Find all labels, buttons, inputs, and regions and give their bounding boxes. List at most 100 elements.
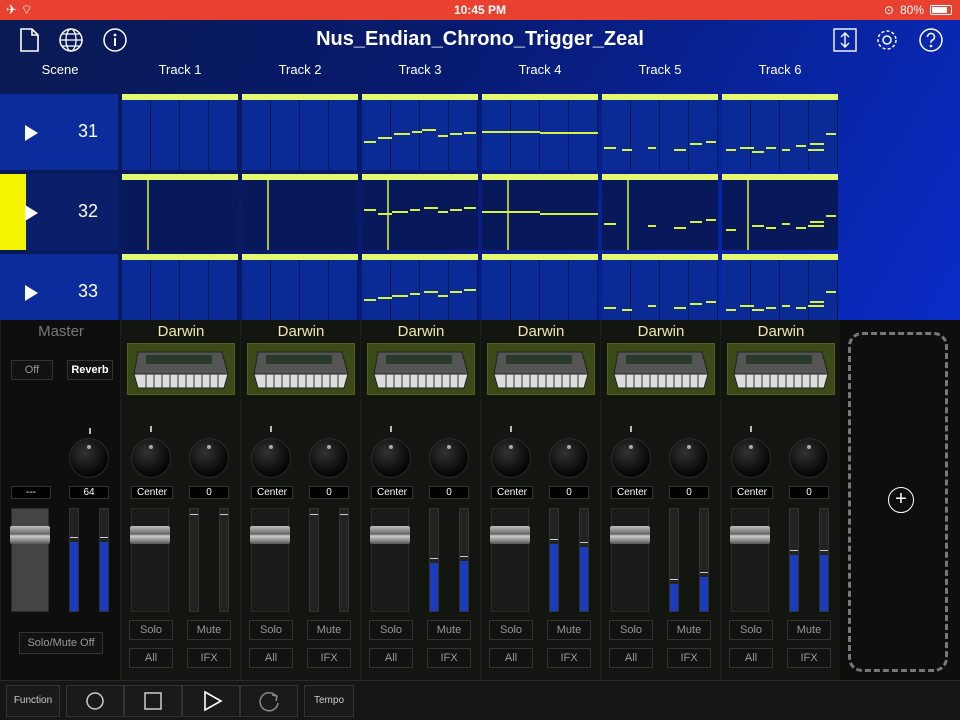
ifx-button[interactable]: IFX [187, 648, 231, 668]
volume-fader-track[interactable] [131, 508, 169, 612]
volume-fader-handle[interactable] [250, 526, 290, 544]
track-4-label[interactable]: Track 4 [480, 62, 600, 77]
play-button[interactable] [182, 685, 240, 717]
stop-button[interactable] [124, 685, 182, 717]
ifx-button[interactable]: IFX [547, 648, 591, 668]
clip-t6-s33[interactable] [722, 254, 838, 330]
volume-fader-handle[interactable] [130, 526, 170, 544]
send-knob[interactable] [309, 438, 349, 478]
volume-fader-track[interactable] [251, 508, 289, 612]
instrument-name[interactable]: Darwin [121, 323, 241, 340]
ifx-button[interactable]: IFX [667, 648, 711, 668]
all-button[interactable]: All [129, 648, 173, 668]
solo-button[interactable]: Solo [609, 620, 653, 640]
instrument-thumbnail[interactable] [247, 343, 355, 395]
export-icon[interactable] [832, 27, 858, 53]
track-5-label[interactable]: Track 5 [600, 62, 720, 77]
master-fader-handle[interactable] [10, 526, 50, 544]
pan-knob[interactable] [251, 438, 291, 478]
clip-t2-s31[interactable] [242, 94, 358, 170]
clip-t5-s32[interactable] [602, 174, 718, 250]
mute-button[interactable]: Mute [427, 620, 471, 640]
all-button[interactable]: All [609, 648, 653, 668]
ifx-button[interactable]: IFX [787, 648, 831, 668]
clip-t1-s32[interactable] [122, 174, 238, 250]
pan-knob[interactable] [491, 438, 531, 478]
mute-button[interactable]: Mute [307, 620, 351, 640]
scene-33[interactable]: 33 [0, 254, 118, 330]
clip-t4-s33[interactable] [482, 254, 598, 330]
record-button[interactable] [66, 685, 124, 717]
send-knob[interactable] [549, 438, 589, 478]
scene-play-icon[interactable] [25, 285, 38, 301]
clip-t3-s31[interactable] [362, 94, 478, 170]
clip-t3-s32[interactable] [362, 174, 478, 250]
instrument-thumbnail[interactable] [127, 343, 235, 395]
loop-button[interactable] [240, 685, 298, 717]
volume-fader-handle[interactable] [370, 526, 410, 544]
help-icon[interactable] [918, 27, 944, 53]
instrument-thumbnail[interactable] [367, 343, 475, 395]
instrument-thumbnail[interactable] [487, 343, 595, 395]
track-3-label[interactable]: Track 3 [360, 62, 480, 77]
send-knob[interactable] [429, 438, 469, 478]
instrument-thumbnail[interactable] [727, 343, 835, 395]
volume-fader-track[interactable] [731, 508, 769, 612]
clip-t3-s33[interactable] [362, 254, 478, 330]
master-off-button[interactable]: Off [11, 360, 53, 380]
instrument-name[interactable]: Darwin [481, 323, 601, 340]
mute-button[interactable]: Mute [547, 620, 591, 640]
clip-t5-s33[interactable] [602, 254, 718, 330]
pan-knob[interactable] [371, 438, 411, 478]
solo-button[interactable]: Solo [489, 620, 533, 640]
master-volume-knob[interactable] [69, 438, 109, 478]
ifx-button[interactable]: IFX [307, 648, 351, 668]
track-2-label[interactable]: Track 2 [240, 62, 360, 77]
clip-t2-s32[interactable] [242, 174, 358, 250]
clip-t6-s31[interactable] [722, 94, 838, 170]
add-track-zone[interactable]: + [848, 332, 948, 672]
volume-fader-track[interactable] [371, 508, 409, 612]
volume-fader-handle[interactable] [490, 526, 530, 544]
send-knob[interactable] [669, 438, 709, 478]
scene-32[interactable]: 32 [0, 174, 118, 250]
mute-button[interactable]: Mute [187, 620, 231, 640]
mute-button[interactable]: Mute [667, 620, 711, 640]
scene-31[interactable]: 31 [0, 94, 118, 170]
pan-knob[interactable] [611, 438, 651, 478]
all-button[interactable]: All [369, 648, 413, 668]
mute-button[interactable]: Mute [787, 620, 831, 640]
master-fader-track[interactable] [11, 508, 49, 612]
ifx-button[interactable]: IFX [427, 648, 471, 668]
instrument-name[interactable]: Darwin [361, 323, 481, 340]
pan-knob[interactable] [731, 438, 771, 478]
all-button[interactable]: All [489, 648, 533, 668]
scene-play-icon[interactable] [25, 125, 38, 141]
clip-t1-s33[interactable] [122, 254, 238, 330]
instrument-thumbnail[interactable] [607, 343, 715, 395]
scene-play-icon[interactable] [25, 205, 38, 221]
send-knob[interactable] [189, 438, 229, 478]
instrument-name[interactable]: Darwin [241, 323, 361, 340]
volume-fader-track[interactable] [491, 508, 529, 612]
function-button[interactable]: Function [6, 685, 60, 717]
track-1-label[interactable]: Track 1 [120, 62, 240, 77]
instrument-name[interactable]: Darwin [721, 323, 841, 340]
solo-button[interactable]: Solo [249, 620, 293, 640]
volume-fader-track[interactable] [611, 508, 649, 612]
solo-button[interactable]: Solo [729, 620, 773, 640]
clip-t5-s31[interactable] [602, 94, 718, 170]
clip-t4-s32[interactable] [482, 174, 598, 250]
plus-circle-icon[interactable]: + [888, 487, 914, 513]
send-knob[interactable] [789, 438, 829, 478]
tempo-button[interactable]: Tempo [304, 685, 354, 717]
clip-t2-s33[interactable] [242, 254, 358, 330]
volume-fader-handle[interactable] [730, 526, 770, 544]
clip-t1-s31[interactable] [122, 94, 238, 170]
solo-button[interactable]: Solo [129, 620, 173, 640]
all-button[interactable]: All [729, 648, 773, 668]
all-button[interactable]: All [249, 648, 293, 668]
track-6-label[interactable]: Track 6 [720, 62, 840, 77]
solo-button[interactable]: Solo [369, 620, 413, 640]
clip-t4-s31[interactable] [482, 94, 598, 170]
